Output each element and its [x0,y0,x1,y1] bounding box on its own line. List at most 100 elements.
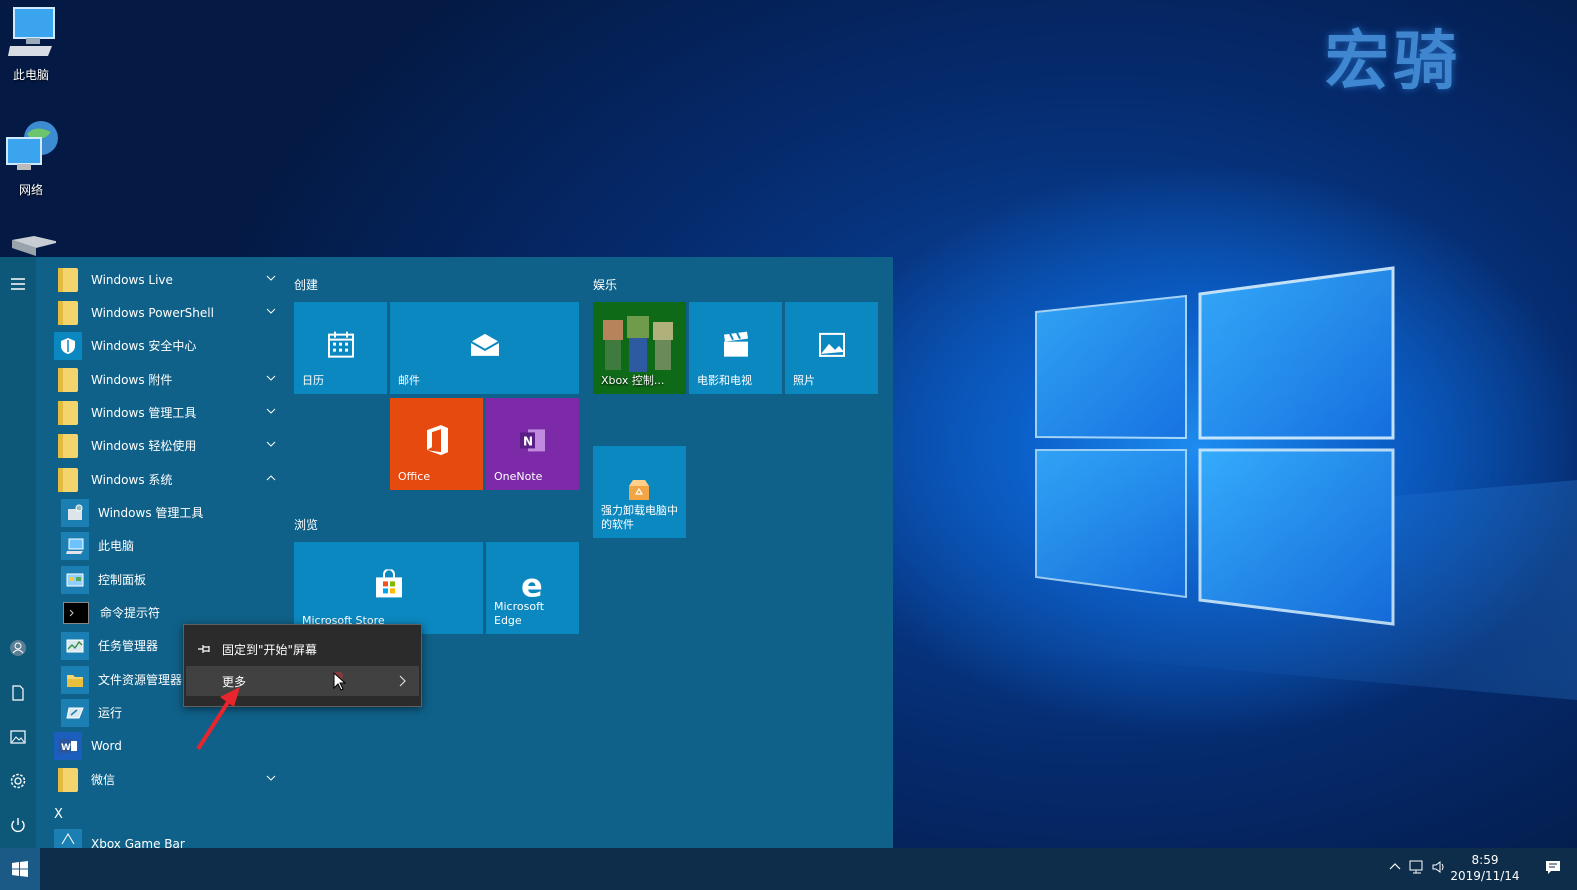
computer-icon [8,7,55,56]
app-label: 文件资源管理器 [98,673,183,687]
calendar-icon [327,331,354,358]
app-item[interactable]: 控制面板 [61,563,286,596]
tile-movies-tv[interactable]: 电影和电视 [689,302,782,394]
tile-photos[interactable]: 照片 [785,302,878,394]
app-item[interactable]: Windows 轻松使用 [54,429,284,462]
tile-microsoft-edge[interactable]: e Microsoft Edge [486,542,579,634]
mouse-cursor-icon [333,672,347,691]
recycle-box-icon [629,480,649,500]
app-label: Xbox Game Bar [91,837,185,848]
tile-label: 照片 [793,374,815,387]
onenote-icon: N [519,429,545,452]
network-icon [6,121,58,170]
action-center-icon[interactable] [1545,859,1561,875]
app-item-xbox-game-bar[interactable]: Xbox Game Bar [54,829,284,848]
folder-open-icon [58,467,78,492]
system-tray: 8:59 2019/11/14 [1377,848,1577,890]
documents-icon[interactable] [9,684,27,702]
chevron-up-icon[interactable] [1389,861,1401,873]
start-menu: Windows Live Windows PowerShell Windows … [0,257,893,848]
tile-uninstall[interactable]: 强力卸载电脑中的软件 [593,446,686,538]
group-header-create[interactable]: 创建 [294,276,318,293]
app-label: 微信 [91,773,116,787]
store-bag-icon [375,569,402,598]
taskbar: 8:59 2019/11/14 [0,848,1577,890]
watermark-text: 宏骑 [1325,24,1461,99]
network-status-icon[interactable] [1409,859,1425,875]
user-avatar-icon[interactable] [9,639,27,657]
power-icon[interactable] [9,816,27,834]
context-menu-pin-to-start[interactable]: 固定到"开始"屏幕 [184,634,421,664]
svg-text:e: e [521,569,543,599]
pin-icon [198,645,210,653]
task-manager-icon [66,639,84,652]
file-explorer-icon [67,674,83,687]
tile-label: 电影和电视 [697,374,752,387]
group-header-browse[interactable]: 浏览 [294,516,318,533]
app-item[interactable]: Windows 管理工具 [61,496,286,529]
app-label: 命令提示符 [100,606,161,620]
control-panel-icon [66,573,84,586]
desktop-icon-partial[interactable] [0,234,62,259]
folder-icon [58,400,78,425]
desktop-icon-label: 此电脑 [12,68,49,82]
folder-icon [58,367,78,392]
chevron-down-icon [266,441,276,447]
svg-text:N: N [523,434,533,448]
app-label: 运行 [98,706,123,720]
tile-label: Xbox 控制... [601,374,665,387]
app-item[interactable]: Windows Live [54,263,284,296]
settings-gear-icon[interactable] [9,772,27,790]
pictures-icon[interactable] [9,728,27,746]
app-item[interactable]: 此电脑 [61,529,286,562]
app-label: Windows Live [91,272,173,287]
word-icon: W [59,738,77,753]
tile-calendar[interactable]: 日历 [294,302,387,394]
app-label: Windows 安全中心 [91,339,197,353]
app-list: Windows Live Windows PowerShell Windows … [36,257,286,848]
shield-icon [61,337,75,354]
windows-logo-icon [12,861,28,877]
app-item[interactable]: Windows PowerShell [54,296,284,329]
desktop-icon-this-pc[interactable]: 此电脑 [0,6,62,83]
drive-icon [12,236,60,256]
cmd-icon [69,609,74,616]
section-letter-x[interactable]: X [54,807,63,822]
app-label: 任务管理器 [98,639,159,653]
app-item[interactable]: Windows 安全中心 [54,329,284,362]
tile-xbox[interactable]: Xbox 控制... [593,302,686,394]
chevron-down-icon [266,375,276,381]
clock-date: 2019/11/14 [1450,869,1520,883]
start-rail [0,257,36,848]
chevron-up-icon [266,475,276,481]
app-label: Windows 管理工具 [98,506,204,520]
app-label: Windows 附件 [91,373,173,387]
edge-icon: e [521,569,543,599]
tile-label: Microsoft Edge [494,600,545,627]
app-label: 控制面板 [98,573,147,587]
start-button[interactable] [0,848,40,890]
clock-time: 8:59 [1471,853,1499,867]
app-item[interactable]: 微信 [54,763,284,796]
app-item[interactable]: Windows 附件 [54,363,284,396]
tile-onenote[interactable]: N OneNote [486,398,579,490]
app-item[interactable]: W Word [54,729,284,762]
app-item[interactable]: Windows 系统 [54,463,284,496]
tile-microsoft-store[interactable]: Microsoft Store [294,542,483,634]
hamburger-icon[interactable] [9,275,27,293]
app-item[interactable]: Windows 管理工具 [54,396,284,429]
tile-office[interactable]: Office [390,398,483,490]
clock[interactable]: 8:59 2019/11/14 [1445,852,1525,884]
tile-label: 日历 [302,374,324,387]
run-icon [66,707,84,718]
chevron-down-icon [266,275,276,281]
office-icon [426,425,448,456]
desktop-icon-network[interactable]: 网络 [0,120,62,198]
app-label: Windows 轻松使用 [91,439,197,453]
photos-icon [818,332,845,357]
group-header-entertain[interactable]: 娱乐 [593,276,617,293]
app-label: 此电脑 [98,539,135,553]
chevron-down-icon [266,408,276,414]
folder-icon [58,433,78,458]
tile-mail[interactable]: 邮件 [390,302,579,394]
